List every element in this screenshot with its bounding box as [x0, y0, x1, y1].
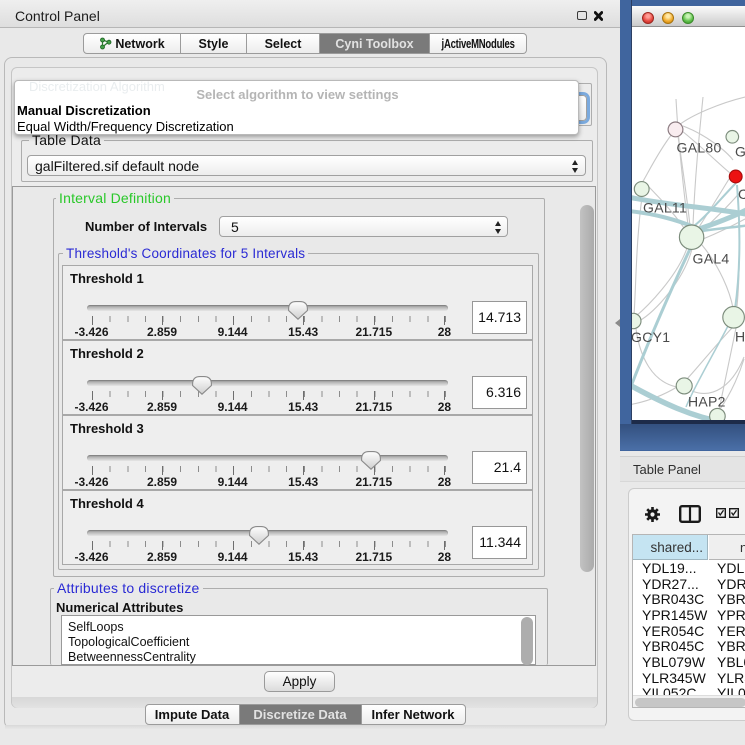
- svg-text:GAL80: GAL80: [677, 140, 722, 156]
- svg-text:G..: G..: [735, 144, 745, 160]
- svg-text:HAP2: HAP2: [688, 394, 726, 410]
- svg-text:GAL11: GAL11: [643, 200, 687, 216]
- svg-text:C: C: [738, 186, 745, 202]
- svg-text:GAL4: GAL4: [693, 251, 730, 267]
- svg-text:H: H: [735, 329, 745, 345]
- svg-text:GCY1: GCY1: [632, 329, 670, 345]
